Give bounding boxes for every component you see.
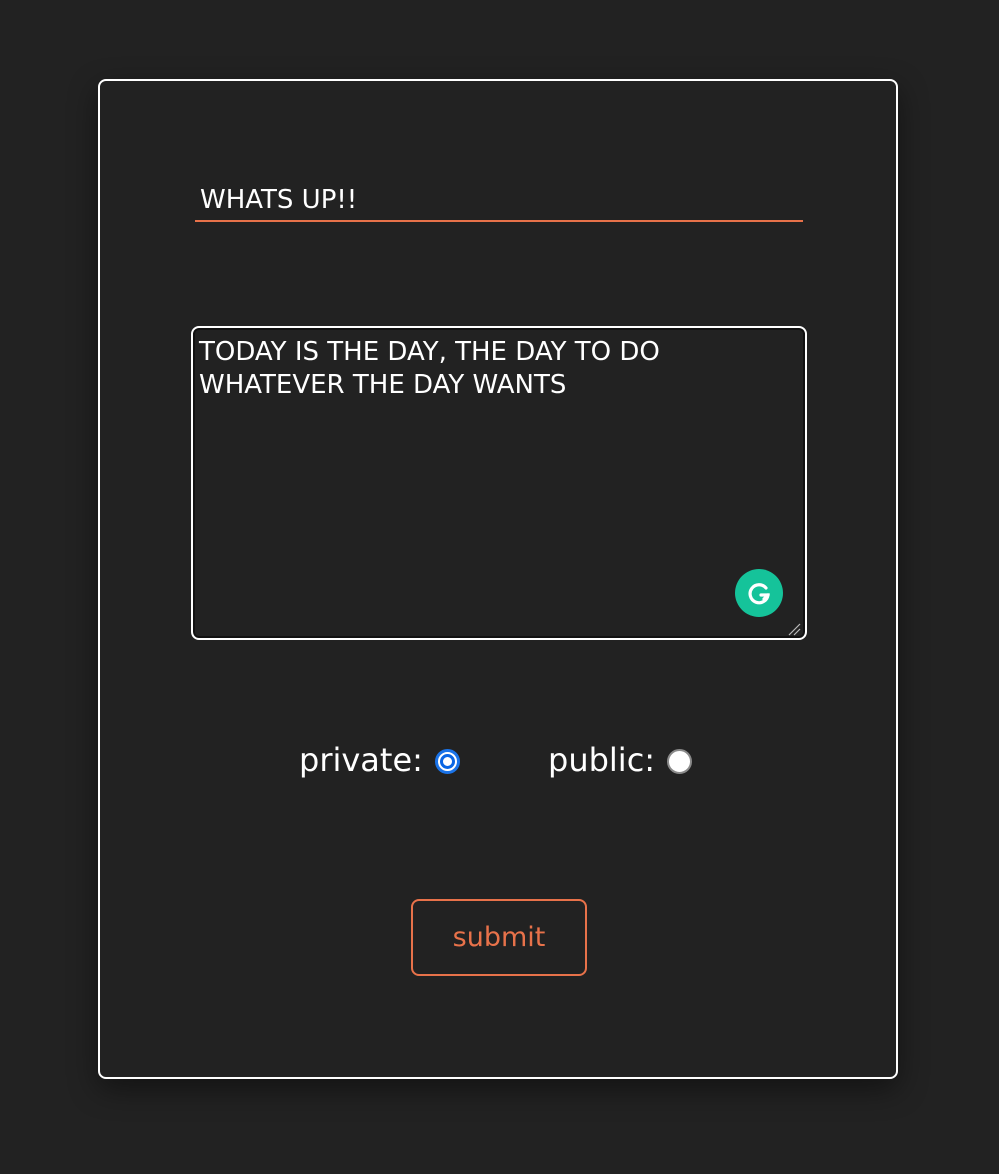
body-textarea[interactable]: TODAY IS THE DAY, THE DAY TO DO WHATEVER…: [191, 326, 807, 640]
public-radio[interactable]: [667, 749, 692, 774]
submit-button[interactable]: submit: [411, 899, 587, 976]
private-radio[interactable]: [435, 749, 460, 774]
private-label: private:: [299, 741, 423, 779]
public-label: public:: [548, 741, 656, 779]
resize-grip-icon[interactable]: [787, 621, 801, 636]
grammarly-icon[interactable]: [735, 569, 783, 617]
title-input[interactable]: [195, 184, 803, 222]
